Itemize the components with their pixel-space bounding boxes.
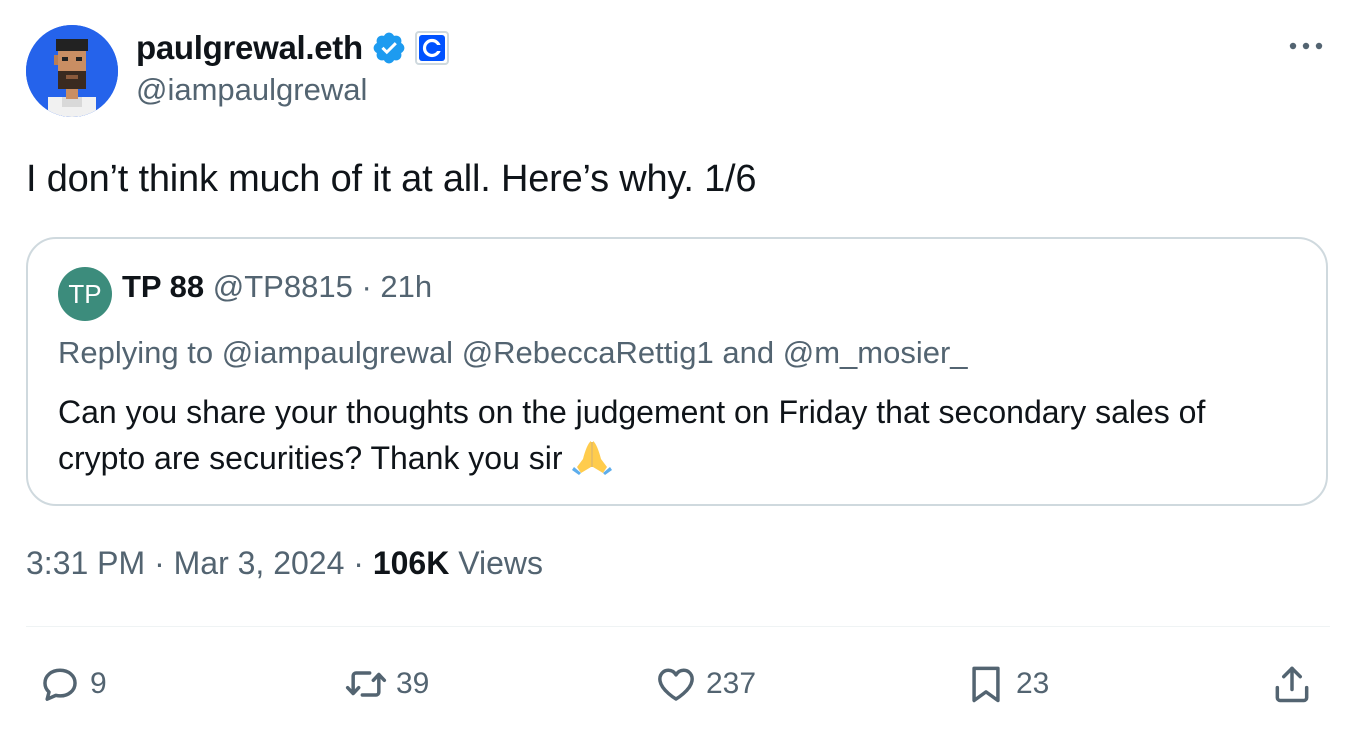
quoted-separator: · bbox=[361, 269, 372, 304]
share-button[interactable] bbox=[1270, 660, 1314, 708]
reply-count: 9 bbox=[90, 667, 107, 700]
replying-prefix: Replying to bbox=[58, 335, 214, 370]
reply-button[interactable]: 9 bbox=[38, 660, 107, 708]
quoted-header: TP 88 @TP8815 · 21h bbox=[122, 269, 432, 305]
reply-user-link[interactable]: @iampaulgrewal bbox=[222, 335, 453, 370]
actions-divider bbox=[26, 626, 1330, 627]
pixel-avatar-icon bbox=[26, 25, 118, 117]
views-label: Views bbox=[458, 545, 543, 581]
bookmark-count: 23 bbox=[1016, 667, 1050, 700]
like-button[interactable]: 237 bbox=[654, 660, 756, 708]
folded-hands-emoji-icon bbox=[572, 441, 613, 475]
reply-icon bbox=[43, 668, 77, 701]
author-name-row: paulgrewal.eth bbox=[136, 26, 449, 70]
repost-button[interactable]: 39 bbox=[344, 660, 429, 708]
meta-separator: · bbox=[353, 545, 364, 581]
repost-count: 39 bbox=[396, 667, 430, 700]
share-icon bbox=[1275, 666, 1309, 703]
author-display-name[interactable]: paulgrewal.eth bbox=[136, 29, 363, 67]
bookmark-icon bbox=[972, 666, 1000, 703]
heart-icon bbox=[658, 668, 694, 701]
quoted-time[interactable]: 21h bbox=[380, 269, 432, 304]
reply-user-link[interactable]: @m_mosier_ bbox=[783, 335, 968, 370]
more-options-icon[interactable] bbox=[1286, 34, 1326, 58]
tweet-date[interactable]: Mar 3, 2024 bbox=[174, 545, 345, 581]
quoted-handle[interactable]: @TP8815 bbox=[213, 269, 353, 304]
meta-separator: · bbox=[154, 545, 165, 581]
repost-icon bbox=[345, 671, 387, 697]
tweet-meta: 3:31 PM · Mar 3, 2024 · 106K Views bbox=[26, 545, 543, 582]
coinbase-logo-icon[interactable] bbox=[414, 31, 449, 65]
like-count: 237 bbox=[706, 667, 757, 700]
quoted-text: Can you share your thoughts on the judge… bbox=[58, 389, 1298, 481]
views-count: 106K bbox=[372, 545, 450, 581]
tweet-time[interactable]: 3:31 PM bbox=[26, 545, 145, 581]
quoted-tweet-card[interactable]: TP TP 88 @TP8815 · 21h Replying to @iamp… bbox=[26, 237, 1328, 506]
reply-user-link[interactable]: @RebeccaRettig1 bbox=[462, 335, 714, 370]
author-avatar[interactable] bbox=[26, 25, 118, 117]
verified-badge-icon[interactable] bbox=[371, 30, 407, 66]
quoted-text-body: Can you share your thoughts on the judge… bbox=[58, 394, 1206, 476]
author-handle[interactable]: @iampaulgrewal bbox=[136, 72, 367, 108]
quoted-avatar[interactable]: TP bbox=[58, 267, 112, 321]
replying-and: and bbox=[722, 335, 775, 370]
quoted-display-name[interactable]: TP 88 bbox=[122, 269, 204, 304]
tweet-text: I don’t think much of it at all. Here’s … bbox=[26, 158, 757, 200]
quoted-replying-to: Replying to @iampaulgrewal @RebeccaRetti… bbox=[58, 335, 968, 371]
bookmark-button[interactable]: 23 bbox=[964, 660, 1049, 708]
